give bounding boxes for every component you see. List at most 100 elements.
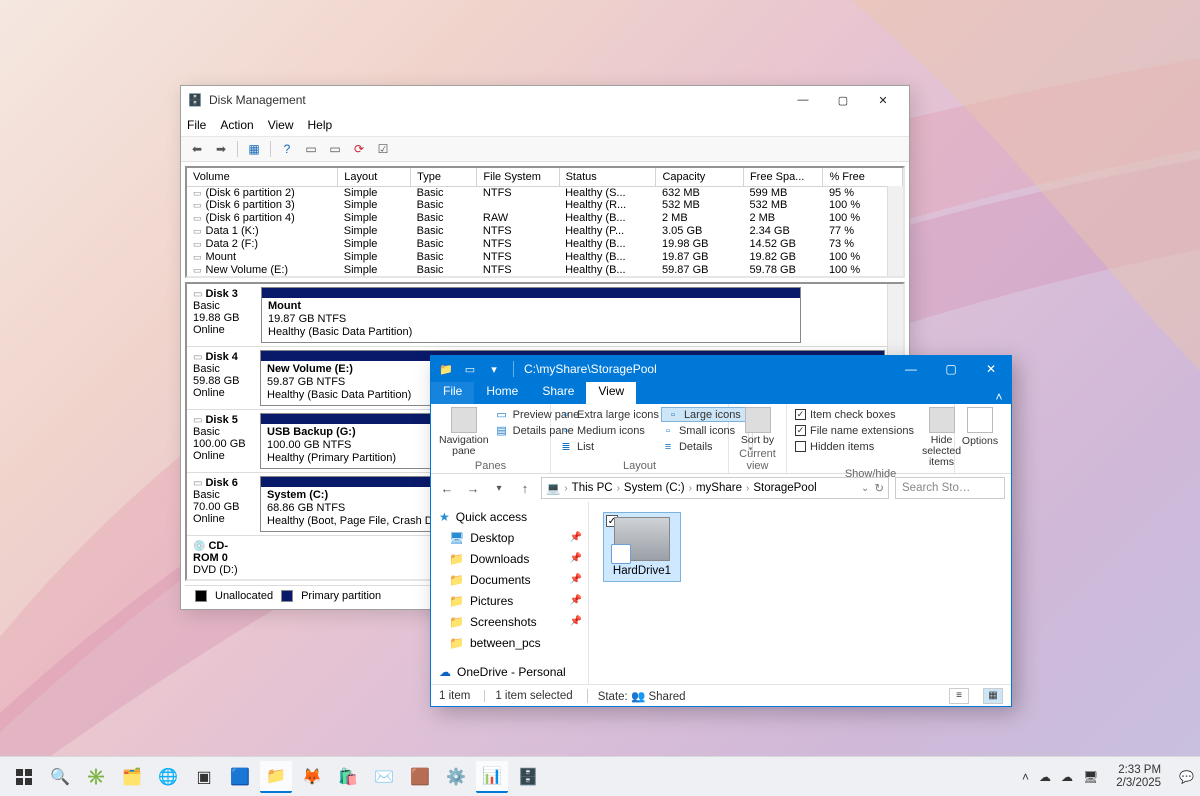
menu-action[interactable]: Action [220, 118, 253, 132]
nav-tree[interactable]: ★Quick access🖥Desktop📌📁Downloads📌📁Docume… [431, 502, 589, 684]
start-button[interactable] [8, 761, 40, 793]
app-icon[interactable]: 🟫 [404, 761, 436, 793]
layout-xl[interactable]: ▫Extra large icons [559, 407, 659, 422]
toolbar-btn[interactable]: ▭ [301, 139, 321, 159]
minimize-button[interactable]: — [783, 88, 823, 112]
nav-item[interactable]: 📁Pictures📌 [431, 590, 588, 611]
col-header[interactable]: Type [411, 168, 477, 186]
explorer-taskbar-icon[interactable]: 📁 [260, 761, 292, 793]
options-button[interactable]: Options [954, 407, 1006, 447]
volume-row[interactable]: New Volume (E:)SimpleBasicNTFSHealthy (B… [187, 263, 903, 276]
list-view-icon[interactable]: ▦ [244, 139, 264, 159]
tab-home[interactable]: Home [474, 382, 530, 404]
nav-item[interactable]: ★Quick access [431, 506, 588, 527]
properties-icon[interactable]: ☑ [373, 139, 393, 159]
nav-item[interactable]: 📁Screenshots📌 [431, 611, 588, 632]
mail-icon[interactable]: ✉️ [368, 761, 400, 793]
col-header[interactable]: Status [559, 168, 656, 186]
firefox-icon[interactable]: 🦊 [296, 761, 328, 793]
diskmgmt-taskbar-icon[interactable]: 📊 [476, 761, 508, 793]
volume-row[interactable]: Data 1 (K:)SimpleBasicNTFSHealthy (P...3… [187, 225, 903, 238]
file-extensions-toggle[interactable]: ✓File name extensions [795, 423, 914, 438]
forward-button[interactable]: → [463, 478, 483, 498]
up-button[interactable]: ↑ [515, 478, 535, 498]
nav-item[interactable]: 📁Documents📌 [431, 569, 588, 590]
col-header[interactable]: % Free [823, 168, 903, 186]
task-view-icon[interactable]: 🗂️ [116, 761, 148, 793]
volume-tray-icon[interactable]: 🖥 [1083, 770, 1098, 784]
sort-by-button[interactable]: Sort by [732, 407, 784, 446]
ribbon-collapse-icon[interactable]: ˄ [987, 390, 1011, 404]
back-icon[interactable]: ⬅ [187, 139, 207, 159]
menu-help[interactable]: Help [308, 118, 333, 132]
col-header[interactable]: Free Spa... [743, 168, 823, 186]
tab-file[interactable]: File [431, 382, 474, 404]
file-list[interactable]: ✓ HardDrive1 [589, 502, 1011, 684]
menu-view[interactable]: View [268, 118, 294, 132]
clock[interactable]: 2:33 PM 2/3/2025 [1116, 764, 1161, 790]
volume-row[interactable]: (Disk 6 partition 2)SimpleBasicNTFSHealt… [187, 186, 903, 199]
nav-item[interactable]: 📁between_pcs [431, 632, 588, 653]
volume-row[interactable]: (Disk 6 partition 3)SimpleBasicHealthy (… [187, 199, 903, 212]
address-dropdown-icon[interactable]: ⌄ [861, 483, 869, 494]
scrollbar[interactable] [887, 186, 903, 276]
toolbar-btn2[interactable]: ▭ [325, 139, 345, 159]
nav-item[interactable]: 📁Downloads📌 [431, 548, 588, 569]
close-button[interactable]: ✕ [863, 88, 903, 112]
history-dropdown[interactable]: ▾ [489, 478, 509, 498]
search-input[interactable]: Search Sto… [895, 477, 1005, 499]
settings-icon[interactable]: ⚙️ [440, 761, 472, 793]
tab-share[interactable]: Share [530, 382, 586, 404]
breadcrumb[interactable]: 💻› This PC› System (C:)› myShare› Storag… [541, 477, 889, 499]
network-tray-icon[interactable]: ☁ [1061, 770, 1073, 784]
maximize-button[interactable]: ▢ [823, 88, 863, 112]
notifications-icon[interactable]: 💬 [1179, 770, 1194, 784]
nav-item[interactable]: 🖥Desktop📌 [431, 527, 588, 548]
layout-list[interactable]: ≣List [559, 439, 659, 454]
crumb-this-pc[interactable]: This PC [572, 482, 613, 494]
volume-list[interactable]: VolumeLayoutTypeFile SystemStatusCapacit… [185, 166, 905, 278]
help-toolbar-icon[interactable]: ? [277, 139, 297, 159]
copilot-icon[interactable]: ✳️ [80, 761, 112, 793]
nav-pane-button[interactable]: Navigation pane [439, 407, 489, 457]
disk-row[interactable]: ▭Disk 3Basic19.88 GBOnline Mount19.87 GB… [187, 284, 903, 347]
maximize-button[interactable]: ▢ [931, 356, 971, 382]
volume-row[interactable]: MountSimpleBasicNTFSHealthy (B...19.87 G… [187, 250, 903, 263]
tray-chevron-icon[interactable]: ˄ [1022, 770, 1029, 784]
file-harddrive1[interactable]: ✓ HardDrive1 [603, 512, 681, 582]
refresh-icon[interactable]: ↻ [874, 481, 884, 495]
qat-new-icon[interactable]: ▾ [485, 360, 503, 378]
icons-view-button[interactable]: ▦ [983, 688, 1003, 704]
crumb-system[interactable]: System (C:) [624, 482, 685, 494]
volume-row[interactable]: (Disk 6 partition 4)SimpleBasicRAWHealth… [187, 212, 903, 225]
minimize-button[interactable]: — [891, 356, 931, 382]
store-icon[interactable]: 🛍️ [332, 761, 364, 793]
back-button[interactable]: ← [437, 478, 457, 498]
col-header[interactable]: Capacity [656, 168, 743, 186]
app2-icon[interactable]: 🗄️ [512, 761, 544, 793]
partition[interactable]: Mount19.87 GB NTFSHealthy (Basic Data Pa… [261, 287, 801, 343]
volume-row[interactable]: Data 2 (F:)SimpleBasicNTFSHealthy (B...1… [187, 238, 903, 251]
crumb-storagepool[interactable]: StoragePool [753, 482, 816, 494]
item-checkboxes-toggle[interactable]: ✓Item check boxes [795, 407, 914, 422]
col-header[interactable]: Volume [187, 168, 338, 186]
hidden-items-toggle[interactable]: Hidden items [795, 439, 914, 454]
col-header[interactable]: Layout [338, 168, 411, 186]
details-view-button[interactable]: ≡ [949, 688, 969, 704]
dm-titlebar[interactable]: 🗄️ Disk Management — ▢ ✕ [181, 86, 909, 114]
refresh-icon[interactable]: ⟳ [349, 139, 369, 159]
nav-item[interactable]: ☁OneDrive - Personal [431, 661, 588, 682]
close-button[interactable]: ✕ [971, 356, 1011, 382]
forward-icon[interactable]: ➡ [211, 139, 231, 159]
crumb-myshare[interactable]: myShare [696, 482, 742, 494]
system-tray[interactable]: ˄ ☁ ☁ 🖥 2:33 PM 2/3/2025 💬 [1022, 764, 1194, 790]
tab-view[interactable]: View [586, 382, 636, 404]
menu-file[interactable]: File [187, 118, 206, 132]
edge-icon[interactable]: 🌐 [152, 761, 184, 793]
ex-titlebar[interactable]: 📁 ▭ ▾ C:\myShare\StoragePool — ▢ ✕ [431, 356, 1011, 382]
terminal-icon[interactable]: ▣ [188, 761, 220, 793]
layout-md[interactable]: ▫Medium icons [559, 423, 659, 438]
search-button[interactable]: 🔍 [44, 761, 76, 793]
onedrive-tray-icon[interactable]: ☁ [1039, 770, 1051, 784]
qat-props-icon[interactable]: ▭ [461, 360, 479, 378]
